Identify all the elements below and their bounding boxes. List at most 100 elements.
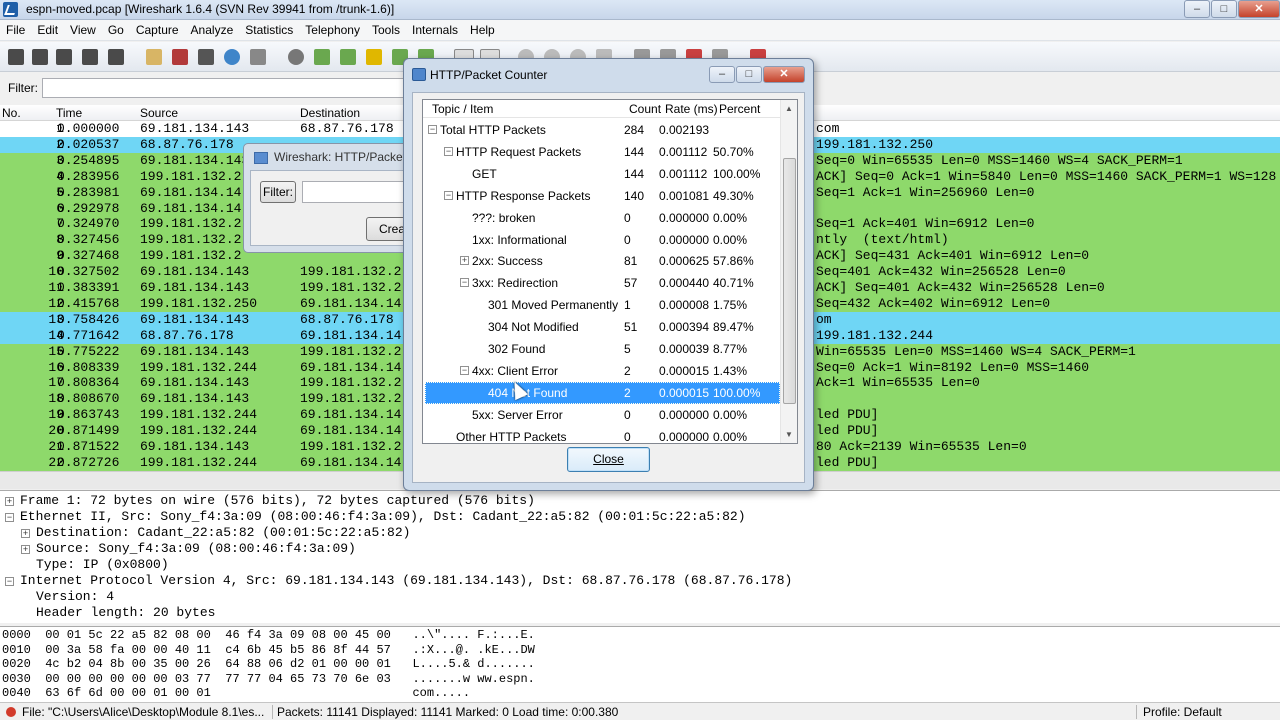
stats-tree-row[interactable]: 302 Found 5 0.000039 8.77% — [423, 338, 782, 360]
detail-row[interactable]: Header length: 20 bytes — [36, 605, 215, 621]
stats-tree[interactable]: Topic / Item Count Rate (ms) Percent − To… — [422, 99, 798, 444]
filter-button[interactable]: Filter: — [260, 181, 296, 203]
column-header-time[interactable]: Time — [56, 106, 82, 120]
column-header-topic[interactable]: Topic / Item — [432, 102, 493, 116]
stats-tree-row[interactable]: − HTTP Request Packets 144 0.001112 50.70% — [423, 141, 782, 163]
packet-bytes-pane[interactable]: 0000 00 01 5c 22 a5 82 08 00 46 f4 3a 09… — [0, 626, 1280, 702]
stats-tree-row[interactable]: 404 Not Found 2 0.000015 100.00% — [425, 381, 780, 404]
collapse-icon[interactable]: − — [444, 146, 453, 156]
collapse-icon[interactable]: − — [5, 577, 14, 586]
menu-go[interactable]: Go — [108, 23, 124, 37]
stats-tree-scrollbar[interactable]: ▲ ▼ — [780, 100, 797, 443]
column-header-count[interactable]: Count — [629, 102, 661, 116]
collapse-icon[interactable]: − — [5, 513, 14, 522]
menu-capture[interactable]: Capture — [136, 23, 179, 37]
packet-cell-info: 199.181.132.244 — [816, 327, 934, 343]
stats-tree-row[interactable]: − Total HTTP Packets 284 0.002193 — [423, 119, 782, 141]
minimize-icon[interactable]: – — [709, 66, 735, 83]
maximize-icon[interactable]: □ — [1211, 0, 1237, 18]
expand-icon[interactable]: + — [460, 256, 469, 266]
menu-telephony[interactable]: Telephony — [305, 23, 360, 37]
menu-statistics[interactable]: Statistics — [245, 23, 293, 37]
options-icon[interactable] — [32, 49, 48, 65]
minimize-icon[interactable]: – — [1184, 0, 1210, 18]
stop-capture-icon[interactable] — [82, 49, 98, 65]
restart-capture-icon[interactable] — [108, 49, 124, 65]
column-header-destination[interactable]: Destination — [300, 106, 360, 120]
stats-tree-row[interactable]: Other HTTP Packets 0 0.000000 0.00% — [423, 426, 782, 443]
display-filter-input[interactable] — [42, 78, 412, 98]
menu-tools[interactable]: Tools — [372, 23, 400, 37]
reload-icon[interactable] — [224, 49, 240, 65]
packet-cell-info: ACK] Seq=0 Ack=1 Win=5840 Len=0 MSS=1460… — [816, 168, 1277, 184]
column-header-rate[interactable]: Rate (ms) — [665, 102, 718, 116]
close-button[interactable]: Close — [567, 447, 650, 472]
stats-filter-input[interactable] — [302, 181, 412, 203]
detail-row[interactable]: Type: IP (0x0800) — [36, 557, 169, 573]
status-profile[interactable]: Profile: Default — [1143, 705, 1222, 719]
menu-internals[interactable]: Internals — [412, 23, 458, 37]
packet-cell-src: 199.181.132.2 — [140, 168, 242, 184]
packet-cell-time: 0.292978 — [57, 200, 120, 216]
stats-tree-row[interactable]: GET 144 0.001112 100.00% — [423, 163, 782, 185]
hex-row[interactable]: 0030 00 00 00 00 00 00 03 77 77 77 04 65… — [2, 672, 535, 686]
stats-tree-row[interactable]: −3xx: Redirection 57 0.000440 40.71% — [423, 272, 782, 294]
close-icon[interactable]: ✕ — [1238, 0, 1280, 18]
find-icon[interactable] — [288, 49, 304, 65]
packet-cell-info: ACK] Seq=431 Ack=401 Win=6912 Len=0 — [816, 248, 1090, 264]
detail-row[interactable]: Version: 4 — [36, 589, 114, 605]
expand-icon[interactable]: + — [5, 497, 14, 506]
print-icon[interactable] — [250, 49, 266, 65]
packet-cell-time: 0.283956 — [57, 168, 120, 184]
stats-cell-percent: 100.00% — [713, 385, 761, 400]
collapse-icon[interactable]: − — [460, 278, 469, 288]
packet-cell-src: 199.181.132.2 — [140, 216, 242, 232]
stats-tree-row[interactable]: 1xx: Informational 0 0.000000 0.00% — [423, 229, 782, 251]
stats-tree-row[interactable]: 5xx: Server Error 0 0.000000 0.00% — [423, 404, 782, 426]
column-header-percent[interactable]: Percent — [719, 102, 760, 116]
collapse-icon[interactable]: − — [460, 365, 469, 375]
scrollbar-thumb[interactable] — [783, 158, 796, 404]
maximize-icon[interactable]: □ — [736, 66, 762, 83]
interfaces-icon[interactable] — [8, 49, 24, 65]
menu-analyze[interactable]: Analyze — [191, 23, 234, 37]
hex-row[interactable]: 0040 63 6f 6d 00 00 01 00 01 com..... — [2, 687, 470, 700]
collapse-icon[interactable]: − — [444, 190, 453, 200]
stats-tree-row[interactable]: 304 Not Modified 51 0.000394 89.47% — [423, 316, 782, 338]
menu-help[interactable]: Help — [470, 23, 495, 37]
detail-row[interactable]: Internet Protocol Version 4, Src: 69.181… — [20, 573, 792, 589]
stats-tree-row[interactable]: ???: broken 0 0.000000 0.00% — [423, 207, 782, 229]
expand-icon[interactable]: + — [21, 545, 30, 554]
go-forward-icon[interactable] — [340, 49, 356, 65]
packet-details-pane[interactable]: + Frame 1: 72 bytes on wire (576 bits), 7… — [0, 490, 1280, 623]
detail-row[interactable]: Frame 1: 72 bytes on wire (576 bits), 72… — [20, 493, 535, 509]
detail-row[interactable]: Destination: Cadant_22:a5:82 (00:01:5c:2… — [36, 525, 410, 541]
close-icon[interactable]: ✕ — [763, 66, 805, 83]
expand-icon[interactable]: + — [21, 529, 30, 538]
save-file-icon[interactable] — [172, 49, 188, 65]
expert-info-icon[interactable] — [6, 707, 16, 717]
packet-cell-info: led PDU] — [816, 423, 879, 439]
column-header-source[interactable]: Source — [140, 106, 178, 120]
menu-view[interactable]: View — [70, 23, 96, 37]
menu-edit[interactable]: Edit — [37, 23, 58, 37]
column-header-no[interactable]: No. — [2, 106, 21, 120]
stats-tree-row[interactable]: 301 Moved Permanently 1 0.000008 1.75% — [423, 294, 782, 316]
go-to-packet-icon[interactable] — [366, 49, 382, 65]
hex-row[interactable]: 0020 4c b2 04 8b 00 35 00 26 64 88 06 d2… — [2, 658, 535, 671]
stats-cell-percent: 50.70% — [713, 144, 754, 159]
stats-tree-row[interactable]: −4xx: Client Error 2 0.000015 1.43% — [423, 360, 782, 382]
close-file-icon[interactable] — [198, 49, 214, 65]
hex-row[interactable]: 0010 00 3a 58 fa 00 00 40 11 c4 6b 45 b5… — [2, 643, 535, 657]
open-file-icon[interactable] — [146, 49, 162, 65]
start-capture-icon[interactable] — [56, 49, 72, 65]
collapse-icon[interactable]: − — [428, 125, 437, 134]
stats-cell-percent: 100.00% — [713, 166, 761, 181]
detail-row[interactable]: Ethernet II, Src: Sony_f4:3a:09 (08:00:4… — [20, 509, 746, 525]
hex-row[interactable]: 0000 00 01 5c 22 a5 82 08 00 46 f4 3a 09… — [2, 629, 535, 642]
stats-tree-row[interactable]: − HTTP Response Packets 140 0.001081 49.30% — [423, 185, 782, 207]
detail-row[interactable]: Source: Sony_f4:3a:09 (08:00:46:f4:3a:09… — [36, 541, 356, 557]
stats-tree-row[interactable]: +2xx: Success 81 0.000625 57.86% — [423, 250, 782, 272]
menu-file[interactable]: File — [6, 23, 25, 37]
go-back-icon[interactable] — [314, 49, 330, 65]
